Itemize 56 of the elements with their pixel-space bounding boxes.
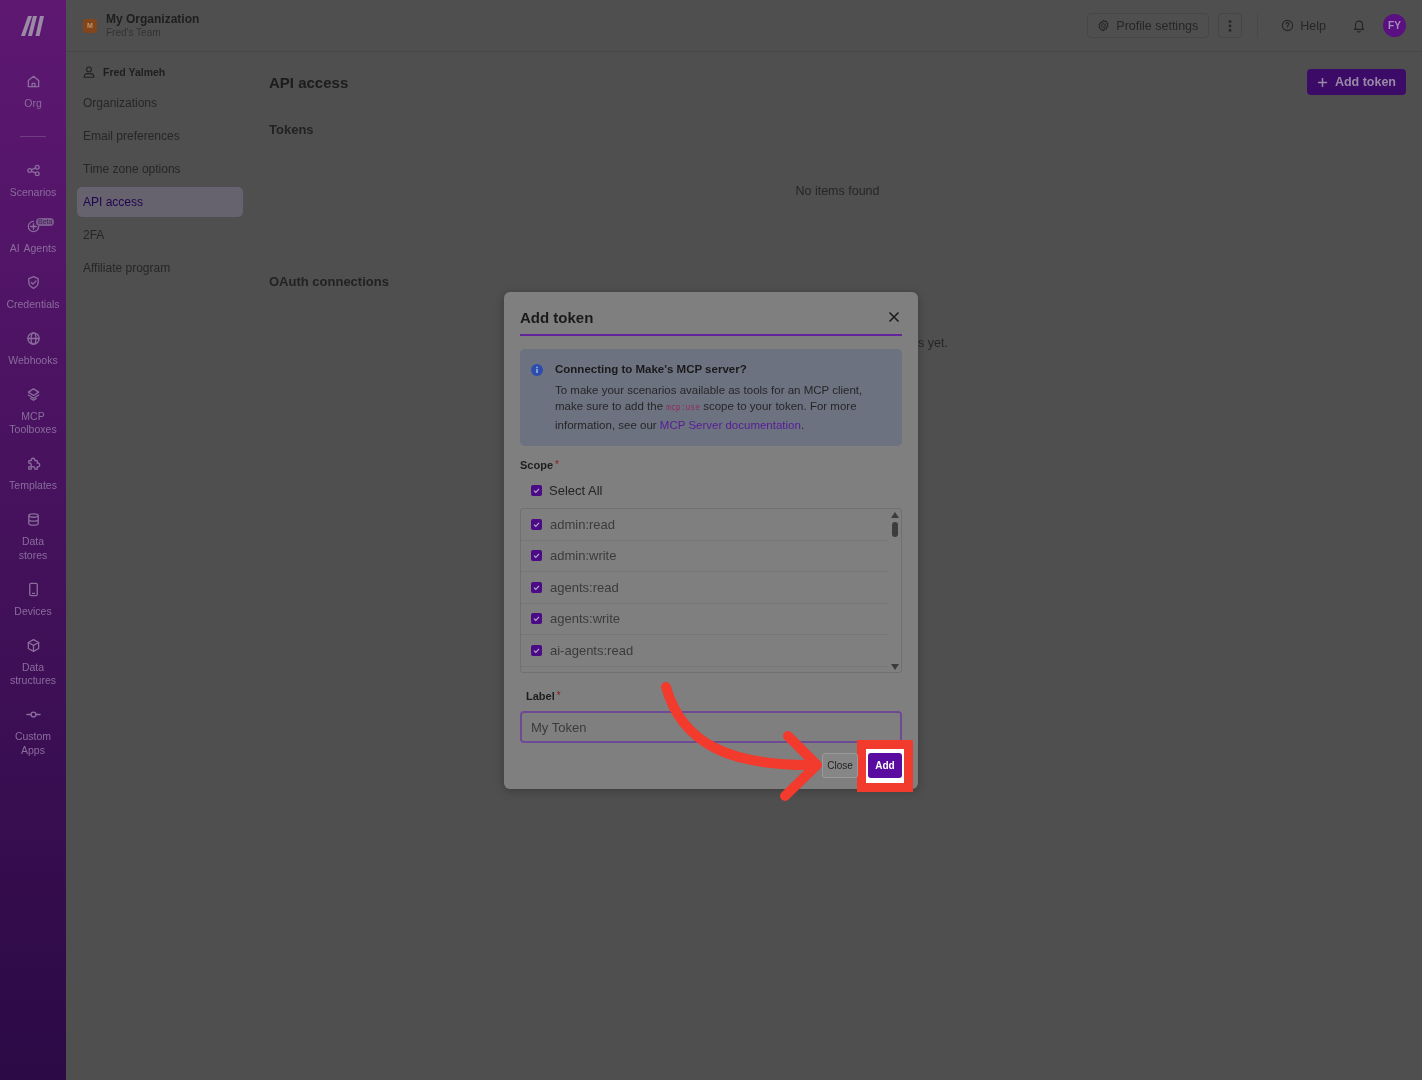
required-mark: * bbox=[556, 689, 561, 703]
close-icon bbox=[888, 311, 900, 323]
sidebar-item[interactable]: Data stores bbox=[0, 502, 66, 572]
settings-icon bbox=[1097, 19, 1111, 32]
layers-icon bbox=[25, 386, 41, 402]
scope-option-label[interactable]: admin:write bbox=[550, 548, 617, 564]
scope-option-label[interactable]: admin:read bbox=[550, 516, 616, 532]
label-input[interactable]: My Token bbox=[520, 711, 902, 743]
question-circle-icon bbox=[1281, 19, 1295, 32]
sidebar-item[interactable]: Templates bbox=[0, 446, 66, 503]
user-icon bbox=[83, 66, 95, 78]
field-label: Label bbox=[526, 689, 555, 703]
add-button[interactable]: Add bbox=[868, 753, 902, 778]
sidebar-item[interactable]: Devices bbox=[0, 572, 66, 628]
sidebar-item[interactable]: Scenarios bbox=[0, 153, 66, 209]
sidebar-item[interactable]: Webhooks bbox=[0, 321, 66, 377]
sidebar-item[interactable]: MCP Toolboxes bbox=[0, 377, 66, 447]
scope-option-label[interactable]: agents:read bbox=[550, 579, 619, 595]
info-text: To make your scenarios available as tools for an MCP client, make sure to add the mcp:use scope to your token. For more information, see our MCP Server documentation. bbox=[555, 382, 864, 433]
scroll-up-icon[interactable] bbox=[890, 512, 899, 518]
sidebar-item[interactable]: Credentials bbox=[0, 265, 66, 321]
info-icon bbox=[531, 364, 543, 376]
add-token-button[interactable]: Add token bbox=[1306, 69, 1406, 95]
select-all-label[interactable]: Select All bbox=[549, 482, 603, 498]
checkbox[interactable] bbox=[531, 550, 542, 562]
globe-icon bbox=[25, 330, 41, 346]
close-text-button[interactable]: Close bbox=[822, 753, 858, 778]
cube-icon bbox=[25, 637, 41, 653]
checkbox[interactable] bbox=[531, 518, 542, 530]
puzzle-icon bbox=[25, 456, 41, 472]
checkbox[interactable] bbox=[531, 484, 542, 496]
share-nodes-icon bbox=[25, 162, 41, 178]
home-icon bbox=[25, 73, 41, 89]
required-mark: * bbox=[555, 458, 559, 472]
checkbox[interactable] bbox=[531, 613, 542, 625]
logo-icon[interactable] bbox=[21, 16, 45, 36]
documentation-link[interactable]: MCP Server documentation bbox=[659, 418, 801, 431]
field-label: Scope bbox=[520, 458, 553, 472]
scope-option-label[interactable]: agents:write bbox=[550, 611, 621, 627]
dialog-title: Add token bbox=[520, 308, 594, 326]
user-avatar[interactable]: FY bbox=[1383, 14, 1406, 37]
scrollbar-thumb[interactable] bbox=[891, 522, 898, 537]
database-icon bbox=[25, 512, 41, 528]
info-title: Connecting to Make's MCP server? bbox=[555, 362, 748, 377]
sidebar-item[interactable]: Data structures bbox=[0, 628, 66, 698]
shield-check-icon bbox=[25, 274, 41, 290]
checkbox[interactable] bbox=[531, 581, 542, 593]
plus-icon bbox=[1316, 76, 1328, 88]
sidebar-item[interactable]: Org bbox=[0, 64, 66, 120]
scope-option-label[interactable]: ai-agents:read bbox=[550, 642, 634, 658]
sidebar-item[interactable]: Custom Apps bbox=[0, 697, 66, 767]
close-button[interactable] bbox=[888, 311, 900, 323]
scroll-down-icon[interactable] bbox=[890, 664, 899, 670]
settings-nav-item[interactable]: API access bbox=[77, 187, 243, 217]
vertical-dots-icon bbox=[1228, 19, 1233, 32]
checkbox[interactable] bbox=[531, 644, 542, 656]
